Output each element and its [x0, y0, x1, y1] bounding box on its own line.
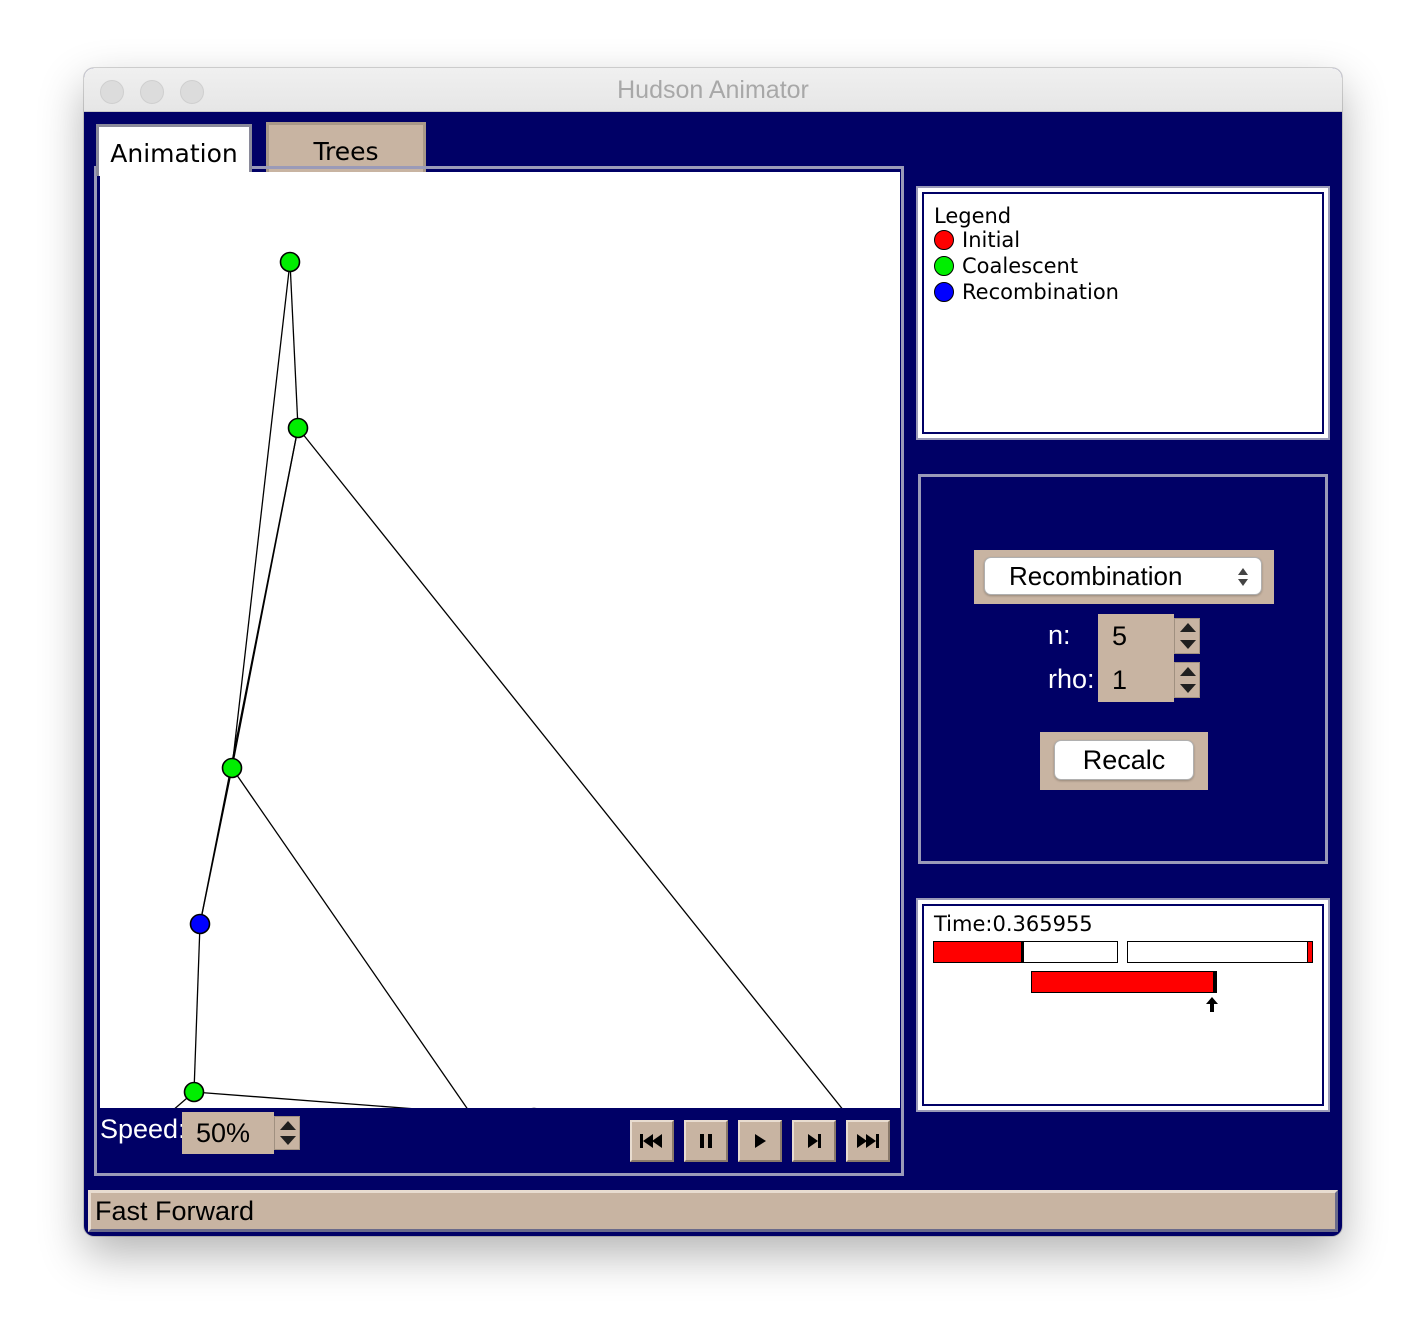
coalescent-node — [279, 251, 301, 273]
animation-canvas — [100, 172, 900, 1108]
rewind-icon — [640, 1134, 662, 1148]
legend-title: Legend — [934, 204, 1012, 228]
time-value: 0.365955 — [992, 912, 1093, 936]
time-readout: Time:0.365955 — [934, 912, 1093, 936]
play-icon — [755, 1134, 766, 1148]
tree-edge — [174, 1091, 195, 1108]
step-icon — [808, 1134, 821, 1148]
tab-animation[interactable]: Animation — [96, 124, 252, 176]
time-bar-cap — [1307, 942, 1312, 962]
tree-edge — [193, 1091, 412, 1108]
coalescent-node — [183, 1081, 205, 1103]
legend-item-initial: Initial — [934, 228, 1020, 254]
tree-edge — [297, 427, 843, 1108]
speed-stepper[interactable] — [274, 1116, 300, 1150]
coalescent-node — [221, 757, 243, 779]
tree-edge — [231, 767, 468, 1108]
fast-forward-button[interactable] — [846, 1120, 890, 1162]
stepper-down-icon[interactable] — [280, 1136, 296, 1145]
stepper-up-icon[interactable] — [280, 1121, 296, 1130]
rho-label: rho: — [1048, 664, 1095, 694]
coalescent-node — [287, 417, 309, 439]
stepper-up-icon[interactable] — [1180, 623, 1196, 632]
legend-label: Initial — [962, 228, 1021, 252]
n-stepper[interactable] — [1174, 618, 1200, 654]
time-bar-fill — [934, 942, 1024, 962]
tree-edge — [193, 923, 201, 1093]
tree-graph — [174, 251, 843, 1108]
tab-trees[interactable]: Trees — [266, 122, 426, 172]
legend-item-recombination: Recombination — [934, 280, 1119, 306]
legend-label: Coalescent — [962, 254, 1079, 278]
time-bar-2 — [1127, 941, 1313, 963]
rho-field[interactable]: 1 — [1098, 658, 1174, 702]
time-bar-3 — [1031, 971, 1217, 993]
play-button[interactable] — [738, 1120, 782, 1162]
legend-item-coalescent: Coalescent — [934, 254, 1078, 280]
speed-label: Speed: — [100, 1114, 186, 1144]
recalc-button[interactable]: Recalc — [1054, 740, 1194, 780]
time-bar-1 — [933, 941, 1118, 963]
stepper-down-icon[interactable] — [1180, 640, 1196, 649]
coalescent-dot-icon — [934, 256, 954, 276]
time-label: Time: — [934, 912, 993, 936]
recombination-node — [189, 913, 211, 935]
initial-dot-icon — [934, 230, 954, 250]
tree-edge — [199, 427, 299, 925]
fast-forward-icon — [857, 1134, 879, 1148]
time-bar-fill — [1032, 972, 1216, 992]
pause-icon — [700, 1134, 712, 1148]
stepper-down-icon[interactable] — [1180, 684, 1196, 693]
rho-stepper[interactable] — [1174, 662, 1200, 698]
rewind-button[interactable] — [630, 1120, 674, 1162]
model-select-wrapper: Recombination — [974, 550, 1274, 604]
stepper-up-icon[interactable] — [1180, 667, 1196, 676]
tree-edge — [289, 261, 299, 429]
time-cursor-icon — [1206, 997, 1218, 1012]
title-bar: Hudson Animator — [84, 68, 1342, 112]
n-label: n: — [1048, 620, 1071, 650]
legend-label: Recombination — [962, 280, 1119, 304]
n-field[interactable]: 5 — [1098, 614, 1174, 658]
status-bar: Fast Forward — [88, 1190, 1338, 1232]
window-title: Hudson Animator — [617, 76, 809, 104]
pause-button[interactable] — [684, 1120, 728, 1162]
select-arrows-icon — [1237, 568, 1249, 586]
recombination-dot-icon — [934, 282, 954, 302]
recalc-button-wrapper: Recalc — [1040, 732, 1208, 790]
model-select[interactable]: Recombination — [984, 557, 1262, 595]
app-window: Hudson Animator Trees Animation Speed: 5… — [84, 68, 1342, 1236]
model-select-value: Recombination — [1009, 561, 1183, 591]
speed-field[interactable]: 50% — [182, 1112, 274, 1154]
step-button[interactable] — [792, 1120, 836, 1162]
